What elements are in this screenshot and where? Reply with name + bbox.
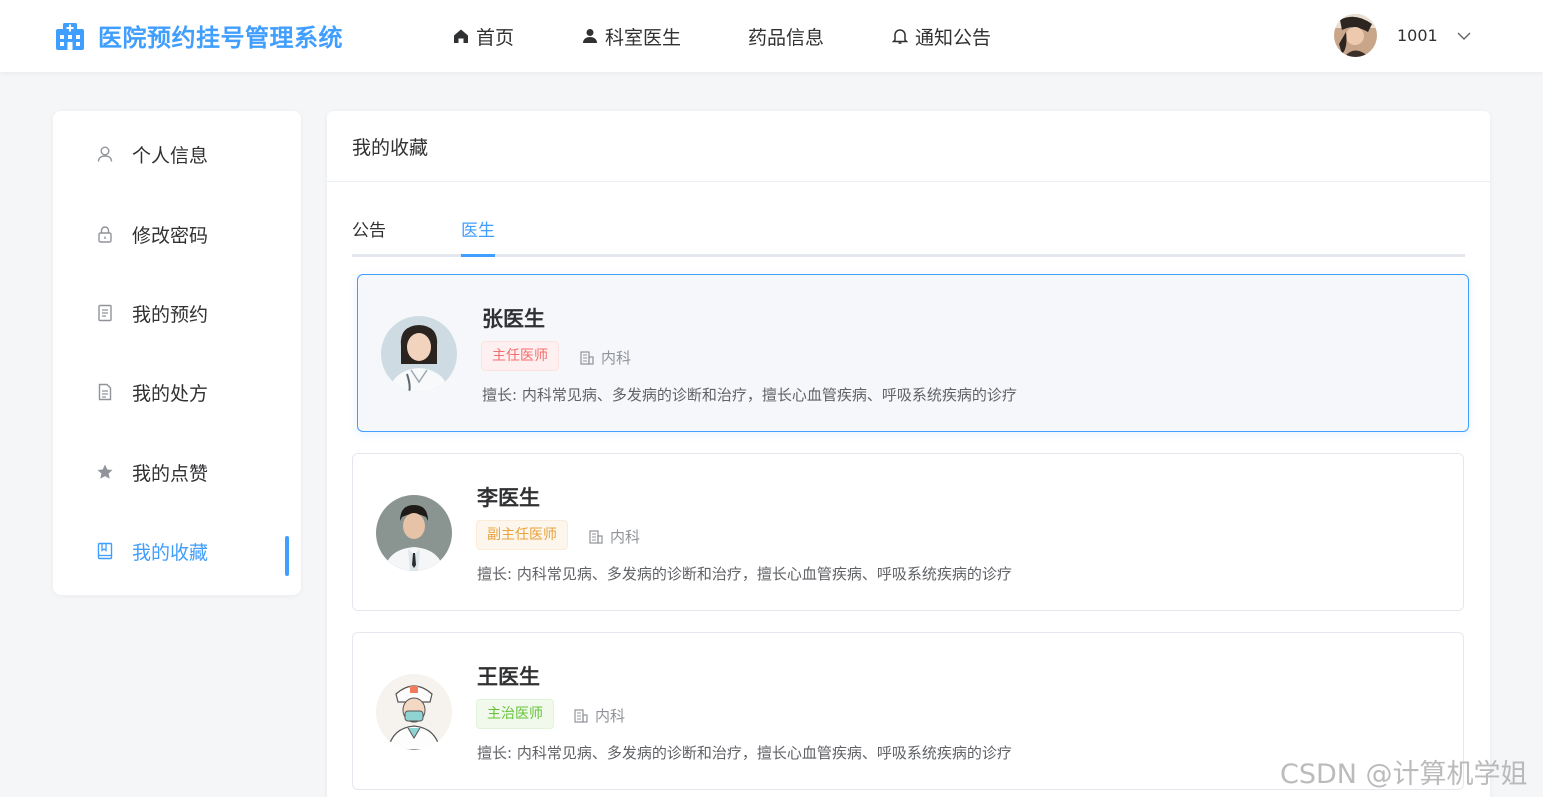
doctor-title-tag: 主治医师 — [476, 699, 554, 729]
tab-active-underline — [461, 254, 495, 257]
home-icon — [452, 27, 470, 45]
doctor-skill: 擅长: 内科常见病、多发病的诊断和治疗，擅长心血管疾病、呼吸系统疾病的诊疗 — [477, 565, 1012, 583]
panel-title: 我的收藏 — [327, 111, 1490, 182]
nav-home[interactable]: 首页 — [452, 22, 514, 50]
doctor-dept-label: 内科 — [610, 528, 641, 546]
doctor-name: 张医生 — [482, 307, 545, 331]
office-building-icon — [573, 708, 589, 724]
chevron-down-icon — [1456, 28, 1472, 44]
app-logo[interactable]: 医院预约挂号管理系统 — [54, 18, 343, 53]
doctor-title-tag: 主任医师 — [481, 341, 559, 371]
notebook-icon — [95, 303, 115, 323]
doctor-dept: 内科 — [579, 347, 631, 368]
watermark: CSDN @计算机学姐 — [1280, 759, 1528, 790]
doctor-skill: 擅长: 内科常见病、多发病的诊断和治疗，擅长心血管疾病、呼吸系统疾病的诊疗 — [477, 744, 1012, 762]
nav-medicine-label: 药品信息 — [748, 26, 825, 49]
user-menu[interactable]: 1001 — [1334, 14, 1472, 57]
sidebar-item-label: 我的收藏 — [132, 541, 209, 564]
doctor-photo — [376, 495, 452, 571]
doctor-card[interactable]: 张医生 主任医师 内科 擅长: 内科常见病、多发病的诊断和治疗，擅长心血管疾病、… — [357, 274, 1469, 432]
sidebar-item-password[interactable]: 修改密码 — [53, 211, 301, 257]
favorites-panel: 我的收藏 公告 医生 张医生 主任医师 内科 擅长: 内科常见病、多发病的诊断和… — [327, 111, 1490, 797]
nav-doctors[interactable]: 科室医生 — [581, 22, 681, 50]
sidebar-item-prescriptions[interactable]: 我的处方 — [53, 369, 301, 415]
tab-doctors[interactable]: 医生 — [461, 214, 495, 257]
doctor-dept-label: 内科 — [601, 349, 632, 367]
document-icon — [95, 382, 115, 402]
sidebar-item-favorites[interactable]: 我的收藏 — [53, 528, 301, 576]
sidebar-item-label: 修改密码 — [132, 224, 209, 247]
username: 1001 — [1397, 26, 1438, 45]
top-header: 医院预约挂号管理系统 首页 科室医生 药品信息 通知公告 1001 — [0, 0, 1543, 72]
sidebar: 个人信息 修改密码 我的预约 我的处方 我的点赞 我的收藏 — [53, 111, 301, 595]
app-title: 医院预约挂号管理系统 — [98, 24, 343, 52]
doctor-card[interactable]: 李医生 副主任医师 内科 擅长: 内科常见病、多发病的诊断和治疗，擅长心血管疾病… — [352, 453, 1464, 611]
nav-notice-label: 通知公告 — [915, 26, 992, 49]
doctor-photo — [376, 674, 452, 750]
doctor-name: 王医生 — [477, 665, 540, 689]
sidebar-item-appointments[interactable]: 我的预约 — [53, 290, 301, 336]
favorites-tabs: 公告 医生 — [352, 214, 1465, 257]
sidebar-item-label: 个人信息 — [132, 144, 209, 167]
sidebar-item-likes[interactable]: 我的点赞 — [53, 449, 301, 495]
doctor-title-tag: 副主任医师 — [476, 520, 568, 550]
office-building-icon — [588, 529, 604, 545]
nav-home-label: 首页 — [476, 26, 515, 49]
doctor-dept: 内科 — [588, 526, 640, 547]
bell-icon — [891, 27, 909, 45]
lock-icon — [95, 224, 115, 244]
doctor-dept-label: 内科 — [595, 707, 626, 725]
doctor-dept: 内科 — [573, 705, 625, 726]
doctor-name: 李医生 — [477, 486, 540, 510]
hospital-icon — [54, 20, 86, 52]
sidebar-item-profile[interactable]: 个人信息 — [53, 131, 301, 177]
nav-notice[interactable]: 通知公告 — [891, 22, 991, 50]
collection-icon — [95, 541, 115, 561]
doctor-skill: 擅长: 内科常见病、多发病的诊断和治疗，擅长心血管疾病、呼吸系统疾病的诊疗 — [482, 386, 1017, 404]
sidebar-item-label: 我的预约 — [132, 303, 209, 326]
user-icon — [581, 27, 599, 45]
nav-doctors-label: 科室医生 — [605, 26, 682, 49]
doctor-photo — [381, 316, 457, 392]
user-outline-icon — [95, 144, 115, 164]
tab-notices[interactable]: 公告 — [352, 214, 386, 257]
office-building-icon — [579, 350, 595, 366]
sidebar-item-label: 我的点赞 — [132, 462, 209, 485]
avatar — [1334, 14, 1377, 57]
active-indicator — [285, 536, 289, 576]
nav-medicine[interactable]: 药品信息 — [748, 22, 824, 50]
sidebar-item-label: 我的处方 — [132, 382, 209, 405]
star-icon — [95, 462, 115, 482]
main-nav: 首页 科室医生 药品信息 通知公告 — [452, 22, 1058, 50]
